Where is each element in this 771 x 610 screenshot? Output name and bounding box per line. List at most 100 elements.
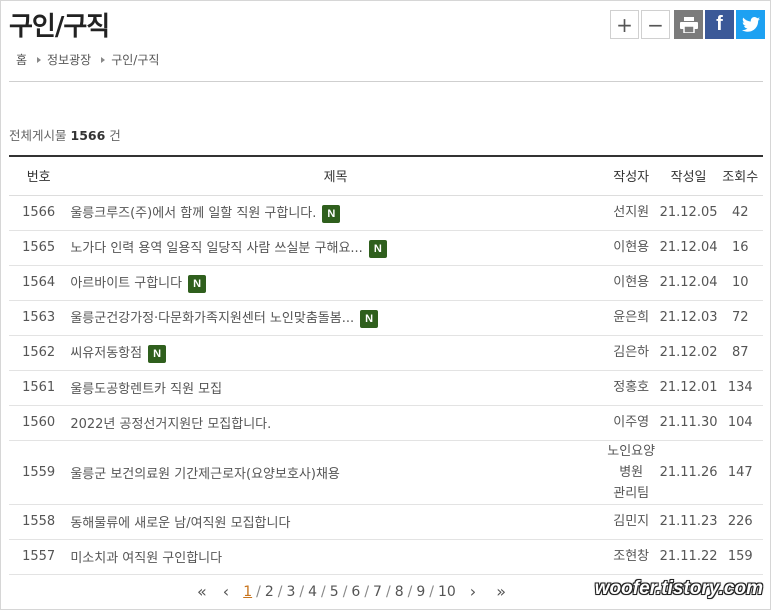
post-count: 전체게시물 1566 건 — [9, 125, 121, 144]
first-page-icon[interactable]: « — [197, 582, 207, 601]
post-title-link[interactable]: 아르바이트 구합니다 — [70, 276, 182, 291]
col-header-writer: 작성자 — [602, 155, 660, 196]
prev-page-icon[interactable]: ‹ — [223, 582, 229, 601]
row-views: 72 — [717, 300, 763, 336]
table-row: 1563 울릉군건강가정·다문화가족지원센터 노인맞춤돌봄... N 윤은희 21… — [9, 300, 763, 336]
post-title-link[interactable]: 울릉크루즈(주)에서 함께 일할 직원 구합니다. — [70, 206, 316, 221]
post-title-link[interactable]: 동해물류에 새로운 남/여직원 모집합니다 — [70, 516, 290, 531]
page-link[interactable]: 4 — [308, 584, 317, 600]
row-date: 21.12.04 — [659, 265, 718, 301]
table-row: 1558 동해물류에 새로운 남/여직원 모집합니다 김민지 21.11.23 … — [9, 504, 763, 540]
row-num: 1564 — [9, 265, 69, 301]
last-page-icon[interactable]: » — [496, 582, 506, 601]
page-link[interactable]: 10 — [438, 584, 456, 600]
page-link-current[interactable]: 1 — [243, 584, 252, 600]
row-views: 16 — [717, 230, 763, 266]
row-writer-line2: 관리팀 — [613, 485, 650, 501]
row-date: 21.12.01 — [659, 370, 718, 406]
pagination: « ‹ 1/ 2/ 3/ 4/ 5/ 6/ 7/ 8/ 9/ 10 › » — [197, 582, 506, 601]
toolbar: + − f — [610, 10, 765, 39]
row-num: 1566 — [9, 195, 69, 231]
table-row: 1562 씨유저동항점 N 김은하 21.12.02 87 — [9, 335, 763, 371]
table-row: 1560 2022년 공정선거지원단 모집합니다. 이주영 21.11.30 1… — [9, 405, 763, 441]
breadcrumb-arrow-icon — [37, 56, 42, 63]
zoom-in-button[interactable]: + — [610, 10, 639, 39]
row-views: 147 — [717, 440, 763, 505]
row-writer: 노인요양병원 관리팀 — [602, 440, 660, 505]
breadcrumb-info-plaza[interactable]: 정보광장 — [47, 51, 91, 68]
post-count-unit: 건 — [109, 128, 121, 143]
row-writer: 김민지 — [602, 504, 660, 540]
col-header-views: 조회수 — [717, 155, 763, 196]
post-title-link[interactable]: 울릉군건강가정·다문화가족지원센터 노인맞춤돌봄... — [70, 311, 354, 326]
twitter-share-button[interactable] — [736, 10, 765, 39]
row-date: 21.12.03 — [659, 300, 718, 336]
row-views: 134 — [717, 370, 763, 406]
page-link[interactable]: 2 — [265, 584, 274, 600]
page-link[interactable]: 9 — [416, 584, 425, 600]
post-title-link[interactable]: 울릉군 보건의료원 기간제근로자(요양보호사)채용 — [70, 467, 340, 482]
row-num: 1560 — [9, 405, 69, 441]
page-link[interactable]: 3 — [286, 584, 295, 600]
breadcrumb-arrow-icon — [101, 56, 106, 63]
printer-icon — [679, 16, 698, 33]
print-button[interactable] — [674, 10, 703, 39]
page-link[interactable]: 8 — [395, 584, 404, 600]
table-header-row: 번호 제목 작성자 작성일 조회수 — [9, 155, 763, 196]
facebook-icon: f — [716, 13, 723, 35]
new-badge: N — [360, 309, 379, 328]
post-title-link[interactable]: 2022년 공정선거지원단 모집합니다. — [70, 417, 271, 432]
row-date: 21.12.02 — [659, 335, 718, 371]
row-views: 10 — [717, 265, 763, 301]
row-writer: 이현용 — [602, 265, 660, 301]
row-title-cell: 울릉크루즈(주)에서 함께 일할 직원 구합니다. N — [68, 195, 603, 231]
post-title-link[interactable]: 노가다 인력 용역 일용직 일당직 사람 쓰실분 구해요... — [70, 241, 362, 256]
table-row: 1564 아르바이트 구합니다 N 이현용 21.12.04 10 — [9, 265, 763, 301]
row-title-cell: 동해물류에 새로운 남/여직원 모집합니다 — [68, 504, 603, 540]
row-num: 1559 — [9, 440, 69, 505]
row-writer: 이주영 — [602, 405, 660, 441]
row-views: 226 — [717, 504, 763, 540]
breadcrumb-home[interactable]: 홈 — [16, 51, 27, 68]
table-row: 1561 울릉도공항렌트카 직원 모집 정홍호 21.12.01 134 — [9, 370, 763, 406]
zoom-out-button[interactable]: − — [641, 10, 670, 39]
row-writer: 김은하 — [602, 335, 660, 371]
facebook-share-button[interactable]: f — [705, 10, 734, 39]
row-date: 21.11.26 — [659, 440, 718, 505]
next-page-icon[interactable]: › — [470, 582, 476, 601]
row-title-cell: 울릉도공항렌트카 직원 모집 — [68, 370, 603, 406]
table-row: 1557 미소치과 여직원 구인합니다 조현창 21.11.22 159 — [9, 539, 763, 575]
row-title-cell: 미소치과 여직원 구인합니다 — [68, 539, 603, 575]
row-date: 21.12.05 — [659, 195, 718, 231]
row-writer: 윤은희 — [602, 300, 660, 336]
table-row: 1566 울릉크루즈(주)에서 함께 일할 직원 구합니다. N 선지원 21.1… — [9, 195, 763, 231]
post-title-link[interactable]: 울릉도공항렌트카 직원 모집 — [70, 382, 222, 397]
post-count-label: 전체게시물 — [9, 128, 67, 143]
row-date: 21.11.30 — [659, 405, 718, 441]
row-num: 1562 — [9, 335, 69, 371]
post-title-link[interactable]: 씨유저동항점 — [70, 346, 142, 361]
row-views: 104 — [717, 405, 763, 441]
row-writer: 조현창 — [602, 539, 660, 575]
breadcrumb-current[interactable]: 구인/구직 — [111, 51, 159, 68]
row-title-cell: 울릉군건강가정·다문화가족지원센터 노인맞춤돌봄... N — [68, 300, 603, 336]
post-title-link[interactable]: 미소치과 여직원 구인합니다 — [70, 551, 222, 566]
page-link[interactable]: 7 — [373, 584, 382, 600]
new-badge: N — [322, 204, 341, 223]
row-title-cell: 울릉군 보건의료원 기간제근로자(요양보호사)채용 — [68, 440, 603, 505]
row-writer: 선지원 — [602, 195, 660, 231]
row-title-cell: 노가다 인력 용역 일용직 일당직 사람 쓰실분 구해요... N — [68, 230, 603, 266]
row-num: 1565 — [9, 230, 69, 266]
col-header-title: 제목 — [68, 155, 603, 196]
row-views: 42 — [717, 195, 763, 231]
post-count-value: 1566 — [70, 128, 106, 143]
row-title-cell: 아르바이트 구합니다 N — [68, 265, 603, 301]
row-title-cell: 2022년 공정선거지원단 모집합니다. — [68, 405, 603, 441]
row-num: 1561 — [9, 370, 69, 406]
row-date: 21.11.23 — [659, 504, 718, 540]
col-header-num: 번호 — [9, 155, 69, 196]
page-title: 구인/구직 — [9, 12, 110, 42]
page-link[interactable]: 6 — [351, 584, 360, 600]
row-writer: 이현용 — [602, 230, 660, 266]
page-link[interactable]: 5 — [330, 584, 339, 600]
